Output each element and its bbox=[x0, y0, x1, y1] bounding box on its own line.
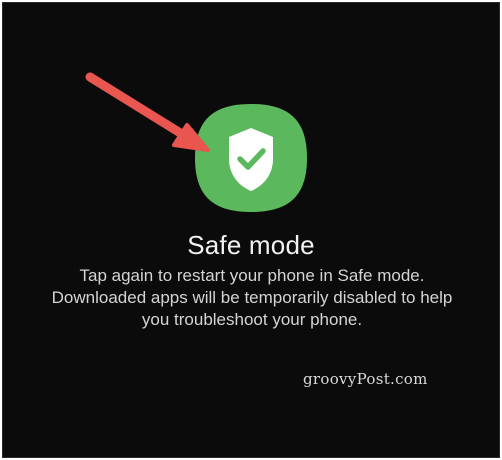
description-line: you troubleshoot your phone. bbox=[141, 310, 363, 329]
description-line: Downloaded apps will be temporarily disa… bbox=[51, 288, 453, 307]
safe-mode-title: Safe mode bbox=[187, 230, 315, 260]
watermark: groovyPost.com bbox=[303, 370, 428, 388]
description-line: Tap again to restart your phone in Safe … bbox=[79, 266, 425, 285]
safe-mode-description: Tap again to restart your phone in Safe … bbox=[23, 265, 481, 331]
shield-check-icon bbox=[195, 104, 307, 212]
phone-screen: Safe mode Tap again to restart your phon… bbox=[2, 2, 500, 458]
safe-mode-button[interactable] bbox=[193, 102, 309, 214]
